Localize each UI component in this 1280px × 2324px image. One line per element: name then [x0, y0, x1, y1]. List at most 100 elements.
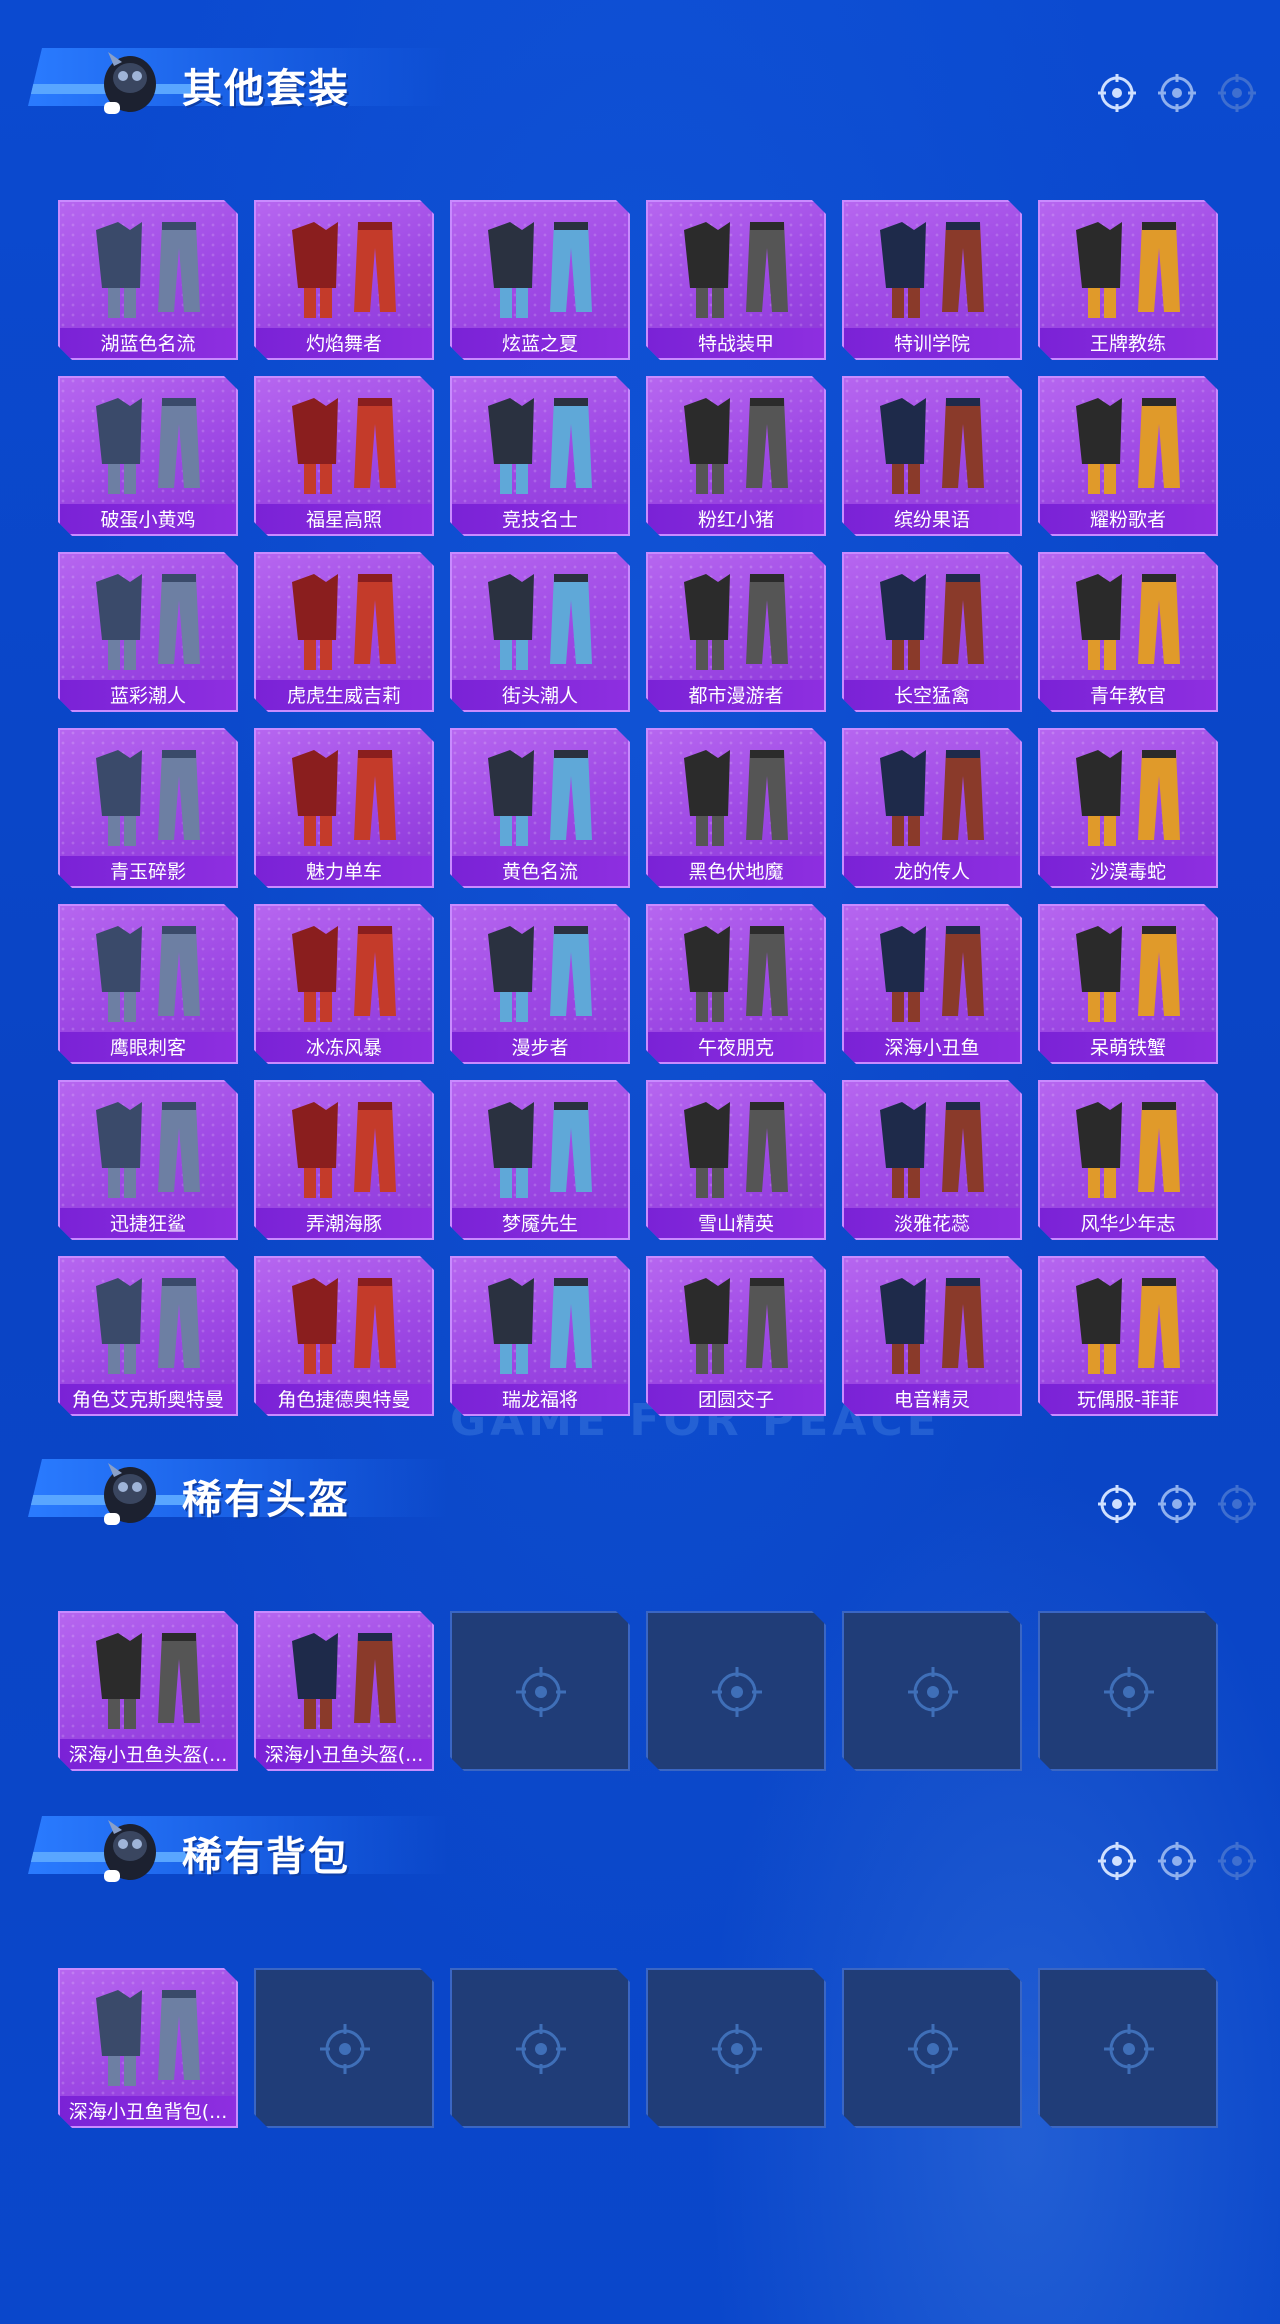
- item-label: 瑞龙福将: [450, 1384, 630, 1416]
- item-card[interactable]: 魅力单车: [254, 728, 434, 888]
- pagination-dots: [1096, 1840, 1258, 1882]
- item-card[interactable]: 角色捷德奥特曼: [254, 1256, 434, 1416]
- item-card[interactable]: 龙的传人: [842, 728, 1022, 888]
- item-card[interactable]: 都市漫游者: [646, 552, 826, 712]
- item-card[interactable]: 竞技名士: [450, 376, 630, 536]
- item-card[interactable]: 特训学院: [842, 200, 1022, 360]
- outfit-icon: [666, 1088, 806, 1206]
- item-card[interactable]: 鹰眼刺客: [58, 904, 238, 1064]
- item-card[interactable]: 灼焰舞者: [254, 200, 434, 360]
- item-card[interactable]: 深海小丑鱼: [842, 904, 1022, 1064]
- crosshair-icon[interactable]: [1096, 1483, 1138, 1525]
- item-card[interactable]: 破蛋小黄鸡: [58, 376, 238, 536]
- item-card[interactable]: 淡雅花蕊: [842, 1080, 1022, 1240]
- item-label: 青年教官: [1038, 680, 1218, 712]
- item-card[interactable]: 福星高照: [254, 376, 434, 536]
- crosshair-icon[interactable]: [1216, 72, 1258, 114]
- empty-slot-crosshair-icon: [512, 2020, 570, 2078]
- outfit-icon: [470, 1264, 610, 1382]
- item-card[interactable]: 黄色名流: [450, 728, 630, 888]
- item-label: 团圆交子: [646, 1384, 826, 1416]
- item-grid: 湖蓝色名流 灼焰舞者 炫蓝之夏 特战装甲 特训学院 王牌教练破蛋小黄鸡 福星高照 竞技名士 粉红…: [58, 200, 1218, 1416]
- item-card[interactable]: 漫步者: [450, 904, 630, 1064]
- item-card[interactable]: 深海小丑鱼头盔(...: [58, 1611, 238, 1771]
- crosshair-icon[interactable]: [1096, 72, 1138, 114]
- empty-slot-crosshair-icon: [904, 2020, 962, 2078]
- item-card[interactable]: 街头潮人: [450, 552, 630, 712]
- item-label: 风华少年志: [1038, 1208, 1218, 1240]
- outfit-icon: [78, 1976, 218, 2094]
- item-card[interactable]: 蓝彩潮人: [58, 552, 238, 712]
- crosshair-icon[interactable]: [1156, 1483, 1198, 1525]
- crosshair-icon[interactable]: [1096, 1840, 1138, 1882]
- item-card[interactable]: 粉红小猪: [646, 376, 826, 536]
- item-card[interactable]: 弄潮海豚: [254, 1080, 434, 1240]
- item-card[interactable]: 角色艾克斯奥特曼: [58, 1256, 238, 1416]
- item-label: 虎虎生威吉莉: [254, 680, 434, 712]
- item-card[interactable]: 黑色伏地魔: [646, 728, 826, 888]
- item-card[interactable]: 瑞龙福将: [450, 1256, 630, 1416]
- empty-slot: [646, 1611, 826, 1771]
- outfit-icon: [862, 736, 1002, 854]
- outfit-icon: [862, 560, 1002, 678]
- item-card[interactable]: 特战装甲: [646, 200, 826, 360]
- item-label: 特战装甲: [646, 328, 826, 360]
- item-label: 蓝彩潮人: [58, 680, 238, 712]
- crosshair-icon[interactable]: [1156, 1840, 1198, 1882]
- section-header: 其他套装: [0, 20, 1280, 130]
- crosshair-icon[interactable]: [1216, 1483, 1258, 1525]
- item-card[interactable]: 虎虎生威吉莉: [254, 552, 434, 712]
- crosshair-icon[interactable]: [1156, 72, 1198, 114]
- outfit-icon: [78, 1264, 218, 1382]
- section-title: 稀有头盔: [182, 1477, 350, 1523]
- item-card[interactable]: 午夜朋克: [646, 904, 826, 1064]
- outfit-icon: [274, 208, 414, 326]
- outfit-icon: [666, 384, 806, 502]
- empty-slot-crosshair-icon: [316, 2020, 374, 2078]
- item-card[interactable]: 迅捷狂鲨: [58, 1080, 238, 1240]
- item-card[interactable]: 炫蓝之夏: [450, 200, 630, 360]
- outfit-icon: [274, 912, 414, 1030]
- item-card[interactable]: 深海小丑鱼背包(...: [58, 1968, 238, 2128]
- item-label: 深海小丑鱼头盔(...: [58, 1739, 238, 1771]
- outfit-icon: [470, 384, 610, 502]
- empty-slot: [254, 1968, 434, 2128]
- item-label: 电音精灵: [842, 1384, 1022, 1416]
- crosshair-icon[interactable]: [1216, 1840, 1258, 1882]
- item-card[interactable]: 雪山精英: [646, 1080, 826, 1240]
- item-card[interactable]: 青年教官: [1038, 552, 1218, 712]
- empty-slot: [842, 1968, 1022, 2128]
- item-card[interactable]: 呆萌铁蟹: [1038, 904, 1218, 1064]
- item-card[interactable]: 王牌教练: [1038, 200, 1218, 360]
- empty-slot-crosshair-icon: [512, 1663, 570, 1721]
- item-card[interactable]: 耀粉歌者: [1038, 376, 1218, 536]
- item-card[interactable]: 青玉碎影: [58, 728, 238, 888]
- outfit-icon: [78, 560, 218, 678]
- empty-slot-crosshair-icon: [708, 2020, 766, 2078]
- empty-slot-crosshair-icon: [1100, 2020, 1158, 2078]
- item-card[interactable]: 长空猛禽: [842, 552, 1022, 712]
- item-label: 耀粉歌者: [1038, 504, 1218, 536]
- section-rare-backpacks: 稀有背包 深海小丑鱼背包(...: [0, 1788, 1280, 1898]
- item-card[interactable]: 电音精灵: [842, 1256, 1022, 1416]
- outfit-icon: [78, 736, 218, 854]
- item-card[interactable]: 玩偶服-菲菲: [1038, 1256, 1218, 1416]
- item-label: 竞技名士: [450, 504, 630, 536]
- item-card[interactable]: 沙漠毒蛇: [1038, 728, 1218, 888]
- outfit-icon: [862, 1264, 1002, 1382]
- item-card[interactable]: 湖蓝色名流: [58, 200, 238, 360]
- outfit-icon: [1058, 384, 1198, 502]
- item-card[interactable]: 风华少年志: [1038, 1080, 1218, 1240]
- item-card[interactable]: 梦魇先生: [450, 1080, 630, 1240]
- outfit-icon: [1058, 1088, 1198, 1206]
- outfit-icon: [1058, 912, 1198, 1030]
- item-card[interactable]: 缤纷果语: [842, 376, 1022, 536]
- outfit-icon: [274, 1088, 414, 1206]
- item-card[interactable]: 冰冻风暴: [254, 904, 434, 1064]
- outfit-icon: [1058, 1264, 1198, 1382]
- empty-slot-crosshair-icon: [1100, 1663, 1158, 1721]
- outfit-icon: [666, 208, 806, 326]
- item-card[interactable]: 深海小丑鱼头盔(...: [254, 1611, 434, 1771]
- outfit-icon: [470, 1088, 610, 1206]
- item-card[interactable]: 团圆交子: [646, 1256, 826, 1416]
